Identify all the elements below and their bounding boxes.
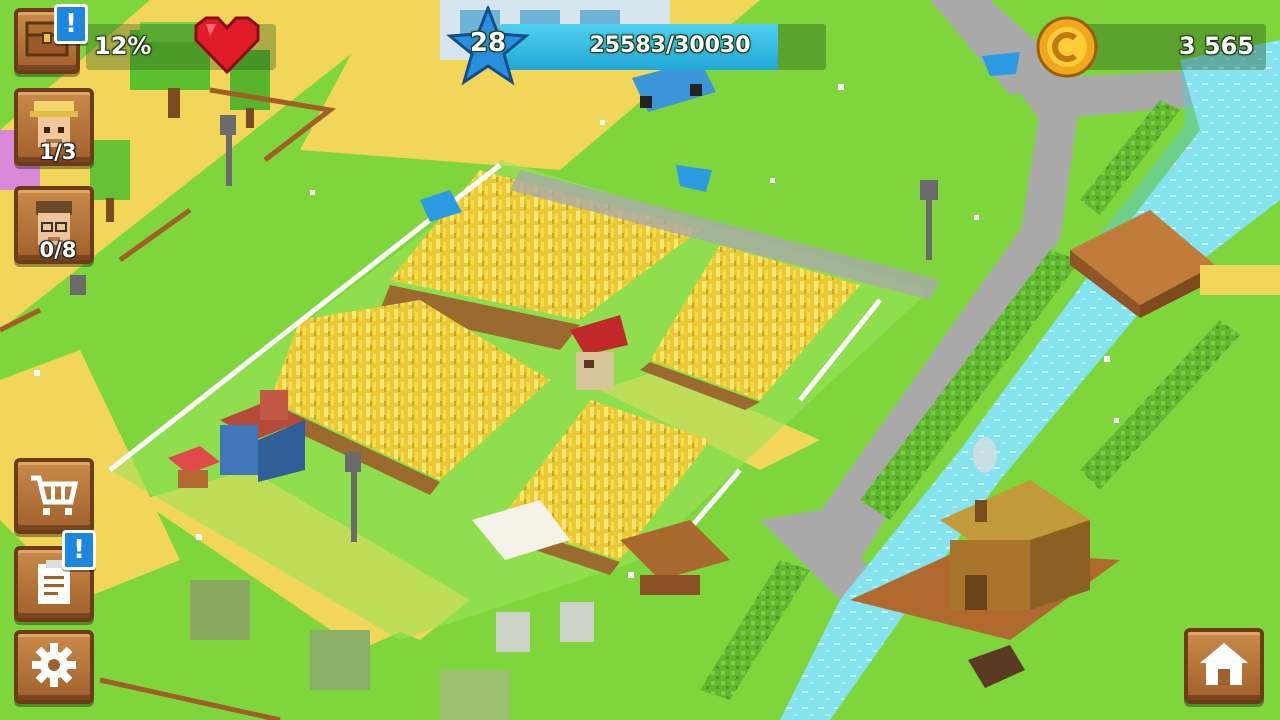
visitors-count: 0/8 bbox=[39, 238, 77, 262]
gear-icon bbox=[30, 641, 78, 693]
chest-alert-badge: ! bbox=[54, 4, 88, 44]
cart-icon bbox=[29, 472, 79, 520]
villagers-count: 1/3 bbox=[39, 140, 77, 164]
tasks-alert-badge: ! bbox=[62, 530, 96, 570]
farm-scene[interactable] bbox=[0, 0, 1280, 720]
shop-button[interactable] bbox=[14, 458, 94, 534]
coin-counter[interactable]: 3 565 bbox=[1084, 24, 1266, 70]
house-icon bbox=[1198, 641, 1250, 691]
villagers-button[interactable]: 1/3 bbox=[14, 88, 94, 166]
chest-percent: 12% bbox=[94, 32, 152, 60]
heart-icon bbox=[192, 14, 262, 80]
xp-text: 25583/30030 bbox=[589, 33, 751, 58]
coin-icon bbox=[1034, 14, 1100, 80]
visitors-button[interactable]: 0/8 bbox=[14, 186, 94, 264]
level-number: 28 bbox=[469, 28, 507, 58]
home-button[interactable] bbox=[1184, 628, 1264, 704]
settings-button[interactable] bbox=[14, 630, 94, 704]
coin-amount: 3 565 bbox=[1178, 32, 1254, 60]
